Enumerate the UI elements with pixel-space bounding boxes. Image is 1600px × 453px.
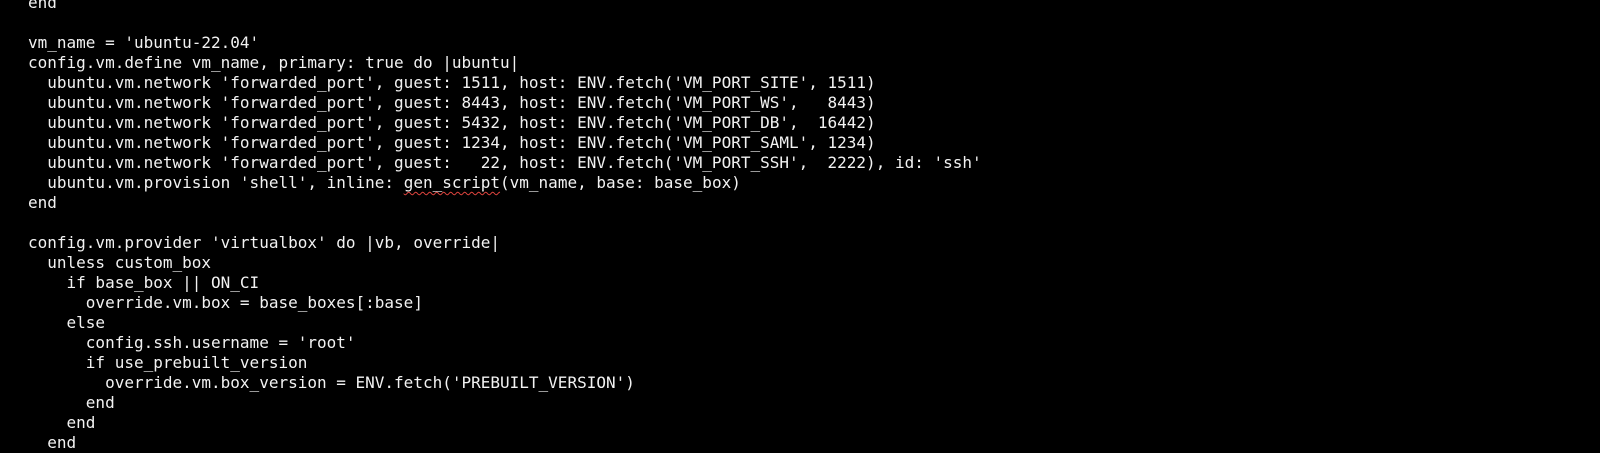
code-line: config.vm.provider 'virtualbox' do |vb, … (28, 233, 501, 252)
code-segment: ubuntu.vm.provision 'shell', inline: (28, 173, 404, 192)
code-line: end (28, 413, 96, 432)
code-line: if base_box || ON_CI (28, 273, 260, 292)
code-line: end (28, 393, 115, 412)
code-line: ubuntu.vm.network 'forwarded_port', gues… (28, 133, 876, 152)
spellcheck-flagged-word[interactable]: gen_script (404, 173, 500, 192)
code-line: ubuntu.vm.provision 'shell', inline: gen… (28, 173, 982, 193)
code-line: override.vm.box_version = ENV.fetch('PRE… (28, 373, 635, 392)
code-line: ubuntu.vm.network 'forwarded_port', gues… (28, 93, 876, 112)
code-line: end (28, 0, 57, 12)
code-line: end (28, 433, 77, 452)
code-line: config.vm.define vm_name, primary: true … (28, 53, 520, 72)
code-line: override.vm.box = base_boxes[:base] (28, 293, 423, 312)
code-line: else (28, 313, 106, 332)
code-line: vm_name = 'ubuntu-22.04' (28, 33, 260, 52)
code-line: ubuntu.vm.network 'forwarded_port', gues… (28, 153, 982, 172)
code-line: config.ssh.username = 'root' (28, 333, 356, 352)
code-segment: (vm_name, base: base_box) (500, 173, 741, 192)
code-line: end (28, 193, 57, 212)
code-editor[interactable]: end vm_name = 'ubuntu-22.04' config.vm.def… (0, 0, 1600, 453)
code-line: ubuntu.vm.network 'forwarded_port', gues… (28, 73, 876, 92)
code-line: if use_prebuilt_version (28, 353, 308, 372)
code-line: ubuntu.vm.network 'forwarded_port', gues… (28, 113, 876, 132)
code-line: unless custom_box (28, 253, 212, 272)
code-block: end vm_name = 'ubuntu-22.04' config.vm.def… (28, 0, 982, 453)
